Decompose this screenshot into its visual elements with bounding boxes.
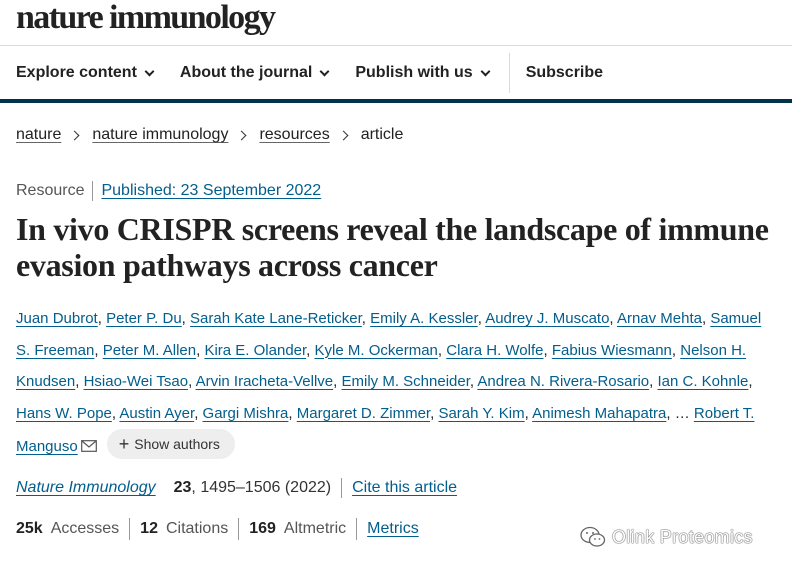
nav-publish-with-us[interactable]: Publish with us <box>355 64 491 82</box>
citations-label: Citations <box>165 520 229 537</box>
meta-divider <box>92 181 94 201</box>
author-link[interactable]: Margaret D. Zimmer <box>297 405 430 422</box>
author-link[interactable]: Kira E. Olander <box>204 342 306 359</box>
nav-explore-content[interactable]: Explore content <box>16 64 155 82</box>
breadcrumb-nature[interactable]: nature <box>16 126 61 144</box>
wechat-icon <box>580 526 606 547</box>
published-date-link[interactable]: Published: 23 September 2022 <box>101 182 321 200</box>
metrics-divider <box>238 518 240 540</box>
volume-number: 23 <box>173 479 192 496</box>
nav-about-label: About the journal <box>179 64 313 81</box>
metrics-divider <box>129 518 131 540</box>
altmetric-score: 169 <box>249 520 276 537</box>
author-link[interactable]: Hsiao-Wei Tsao <box>84 373 189 390</box>
author-link[interactable]: Sarah Y. Kim <box>438 405 524 422</box>
nav-divider <box>508 53 510 93</box>
author-link[interactable]: Sarah Kate Lane-Reticker <box>190 310 362 327</box>
author-link[interactable]: Peter M. Allen <box>103 342 196 359</box>
nav-explore-label: Explore content <box>16 64 137 81</box>
accesses-label: Accesses <box>50 520 120 537</box>
author-link[interactable]: Peter P. Du <box>106 310 182 327</box>
chevron-right-icon <box>69 130 80 140</box>
cite-divider <box>341 478 343 498</box>
metrics-divider <box>356 518 358 540</box>
author-link[interactable]: Fabius Wiesmann <box>552 342 672 359</box>
author-link[interactable]: Kyle M. Ockerman <box>315 342 438 359</box>
nav-about-journal[interactable]: About the journal <box>179 64 330 82</box>
article-meta: Resource Published: 23 September 2022 <box>16 181 321 201</box>
plus-icon: + <box>118 434 130 455</box>
breadcrumb: nature nature immunology resources artic… <box>16 126 403 144</box>
show-authors-label: Show authors <box>134 436 220 453</box>
nav-subscribe[interactable]: Subscribe <box>526 64 603 82</box>
main-nav: Explore content About the journal Publis… <box>16 53 603 93</box>
journal-logo[interactable]: nature immunology <box>16 0 276 36</box>
metrics-link[interactable]: Metrics <box>367 520 419 538</box>
author-link[interactable]: Andrea N. Rivera-Rosario <box>477 373 649 390</box>
author-ellipsis: , … <box>666 404 690 422</box>
show-authors-button[interactable]: + Show authors <box>106 429 235 460</box>
author-link[interactable]: Gargi Mishra <box>203 405 289 422</box>
chevron-down-icon <box>319 66 330 76</box>
article-metrics: 25k Accesses 12 Citations 169 Altmetric … <box>16 518 419 540</box>
chevron-right-icon <box>237 130 247 140</box>
breadcrumb-nature-immunology[interactable]: nature immunology <box>92 126 228 144</box>
mail-icon[interactable] <box>80 432 97 464</box>
nav-accent-bar <box>0 99 792 103</box>
chevron-down-icon <box>480 66 491 76</box>
author-link[interactable]: Arvin Iracheta-Vellve <box>196 373 334 390</box>
article-type: Resource <box>16 182 85 199</box>
breadcrumb-resources[interactable]: resources <box>259 126 329 144</box>
citation-line: Nature Immunology 23 , 1495–1506 (2022) … <box>16 478 457 498</box>
author-list: Juan Dubrot, Peter P. Du, Sarah Kate Lan… <box>16 303 766 464</box>
author-link[interactable]: Audrey J. Muscato <box>485 310 609 327</box>
journal-link[interactable]: Nature Immunology <box>16 479 156 497</box>
author-link[interactable]: Austin Ayer <box>119 405 194 422</box>
watermark: Olink Proteomics <box>580 526 753 548</box>
author-link[interactable]: Juan Dubrot <box>16 310 98 327</box>
nav-publish-label: Publish with us <box>355 64 473 81</box>
author-link[interactable]: Emily M. Schneider <box>342 373 470 390</box>
author-link[interactable]: Animesh Mahapatra <box>532 405 666 422</box>
page-range: , 1495–1506 (2022) <box>191 479 332 496</box>
citations-count: 12 <box>140 520 158 537</box>
author-link[interactable]: Arnav Mehta <box>617 310 702 327</box>
breadcrumb-article: article <box>360 126 404 143</box>
author-links: Juan Dubrot, Peter P. Du, Sarah Kate Lan… <box>16 310 762 422</box>
chevron-down-icon <box>144 66 155 76</box>
watermark-text: Olink Proteomics <box>612 526 753 547</box>
altmetric-label: Altmetric <box>283 520 347 537</box>
article-title: In vivo CRISPR screens reveal the landsc… <box>16 211 769 283</box>
accesses-count: 25k <box>16 520 43 537</box>
chevron-right-icon <box>338 130 349 140</box>
author-link[interactable]: Clara H. Wolfe <box>446 342 543 359</box>
author-link[interactable]: Emily A. Kessler <box>370 310 478 327</box>
author-link[interactable]: Hans W. Pope <box>16 405 112 422</box>
author-link[interactable]: Ian C. Kohnle <box>657 373 748 390</box>
cite-this-article-link[interactable]: Cite this article <box>352 479 457 497</box>
header-divider <box>0 45 792 46</box>
